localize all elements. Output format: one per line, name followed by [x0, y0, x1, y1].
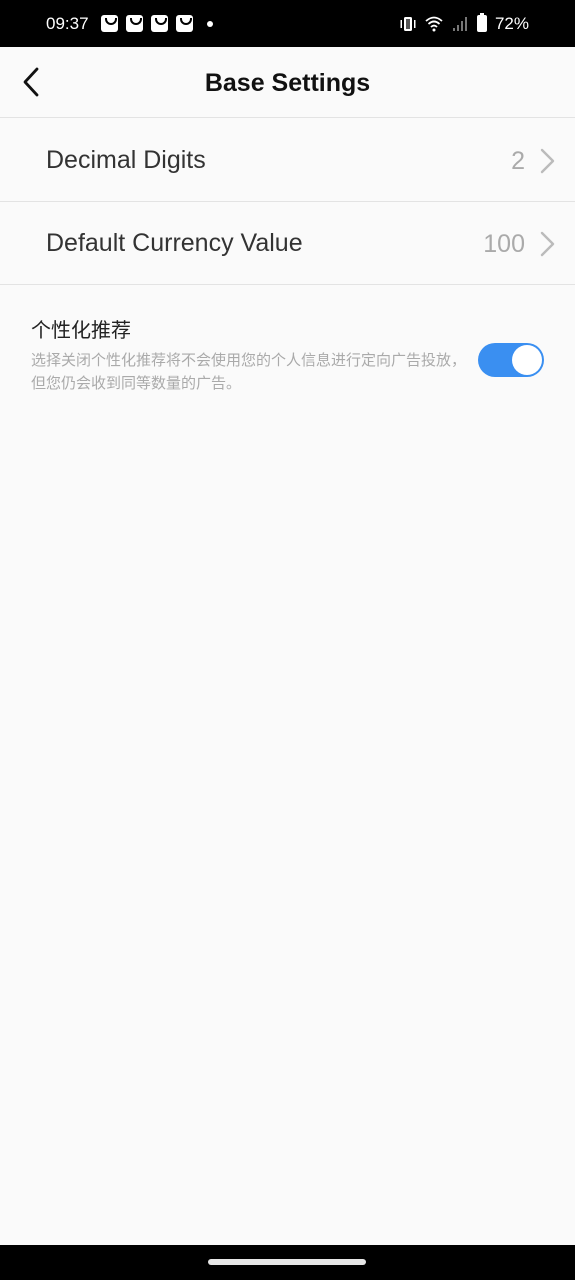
- shopping-bag-icon: [100, 15, 118, 32]
- header: Base Settings: [0, 47, 575, 118]
- battery-charging-icon: [476, 13, 487, 32]
- personalized-recommendation-toggle[interactable]: [478, 343, 544, 377]
- status-bar: 09:37 72%: [0, 0, 575, 47]
- status-time: 09:37: [46, 13, 89, 33]
- battery-percent: 72%: [494, 13, 529, 33]
- setting-value: 100: [483, 230, 525, 258]
- signal-icon: [452, 16, 467, 31]
- toggle-knob: [512, 345, 542, 375]
- navigation-bar: [0, 1245, 575, 1280]
- personalized-recommendation-title: 个性化推荐: [31, 320, 131, 342]
- home-indicator[interactable]: [208, 1259, 366, 1265]
- shopping-bag-icon: [125, 15, 143, 32]
- wifi-icon: [425, 16, 443, 31]
- shopping-bag-icon: [175, 15, 193, 32]
- page-title: Base Settings: [204, 69, 371, 97]
- setting-row-decimal-digits[interactable]: Decimal Digits 2: [0, 119, 575, 202]
- setting-label: Default Currency Value: [46, 229, 303, 257]
- shopping-bag-icon: [150, 15, 168, 32]
- chevron-right-icon: [540, 148, 555, 174]
- setting-row-default-currency-value[interactable]: Default Currency Value 100: [0, 202, 575, 285]
- vibrate-icon: [400, 16, 416, 31]
- setting-value: 2: [511, 147, 525, 175]
- chevron-right-icon: [540, 231, 555, 257]
- personalized-recommendation-description: 选择关闭个性化推荐将不会使用您的个人信息进行定向广告投放，但您仍会收到同等数量的…: [31, 352, 467, 392]
- setting-label: Decimal Digits: [46, 146, 206, 174]
- personalized-recommendation-section: 个性化推荐 选择关闭个性化推荐将不会使用您的个人信息进行定向广告投放，但您仍会收…: [0, 286, 575, 396]
- more-notifications-dot-icon: [206, 20, 213, 27]
